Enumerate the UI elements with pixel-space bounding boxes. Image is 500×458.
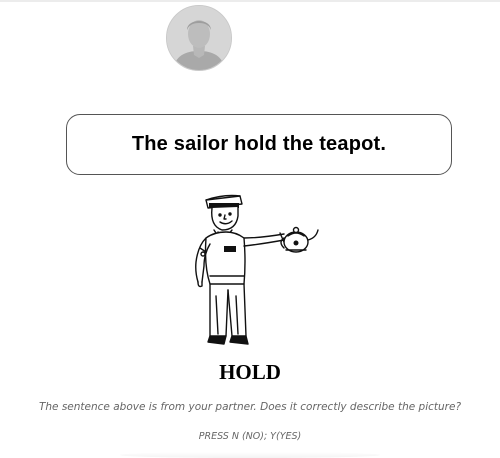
partner-sentence-box: The sailor hold the teapot. bbox=[66, 114, 452, 175]
partner-sentence: The sailor hold the teapot. bbox=[131, 133, 387, 155]
bottom-shadow bbox=[120, 452, 380, 458]
trial-screen: The sailor hold the teapot. HOLD The sen… bbox=[0, 0, 500, 458]
top-divider bbox=[0, 0, 500, 2]
user-silhouette-icon bbox=[167, 6, 231, 70]
response-keys-instruction: PRESS N (NO); Y(YES) bbox=[198, 431, 302, 442]
sailor-teapot-picture bbox=[195, 194, 319, 345]
partner-avatar bbox=[166, 5, 232, 71]
judgment-question: The sentence above is from your partner.… bbox=[38, 401, 462, 413]
picture-verb-caption: HOLD bbox=[219, 360, 281, 384]
